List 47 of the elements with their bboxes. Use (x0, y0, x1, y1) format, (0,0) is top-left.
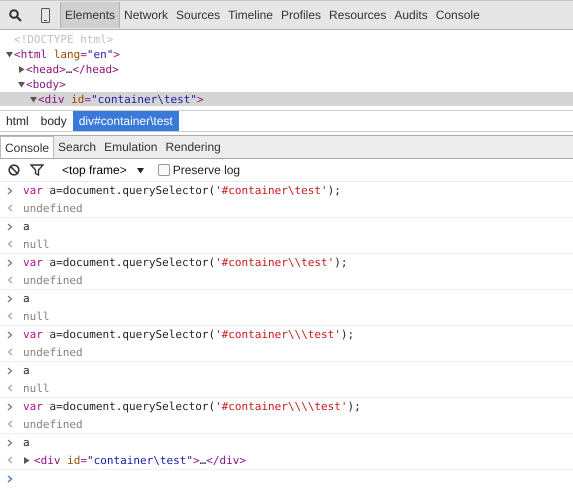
drawer-tab[interactable]: Emulation (100, 136, 162, 158)
dom-node[interactable]: <html lang="en"> (0, 47, 573, 62)
console-result: undefined (23, 202, 83, 215)
console-result: undefined (23, 346, 83, 359)
expanded-triangle-icon[interactable] (18, 81, 24, 88)
breadcrumb[interactable]: div#container\test (72, 111, 179, 131)
console-command: var a=document.querySelector('#container\test'); (23, 184, 341, 198)
console-command: a (23, 364, 30, 378)
panel-tab[interactable]: Profiles (276, 2, 325, 28)
prompt-chevron-icon[interactable] (7, 474, 13, 483)
panel-tab[interactable]: Audits (390, 2, 432, 28)
collapsed-triangle-icon[interactable] (23, 456, 30, 464)
console-command: var a=document.querySelector('#container\\test'); (23, 256, 348, 270)
console-command: var a=document.querySelector('#container\\\\test'); (23, 400, 361, 414)
panel-tab[interactable]: Console (432, 2, 484, 28)
panel-tab[interactable]: Resources (325, 2, 390, 28)
console-result: null (23, 382, 50, 395)
expanded-triangle-icon[interactable] (6, 51, 12, 58)
breadcrumb[interactable]: html (0, 111, 35, 131)
frame-dropdown[interactable]: <top frame> (58, 163, 148, 177)
console-result: <div id="container\test">…</div> (34, 454, 246, 467)
checkbox-label: Preserve log (172, 163, 240, 177)
collapsed-triangle-icon[interactable] (18, 66, 24, 73)
drawer-tab[interactable]: Search (54, 136, 100, 158)
expanded-triangle-icon[interactable] (30, 96, 36, 103)
console-command: a (23, 436, 30, 450)
filter-icon[interactable] (30, 164, 44, 176)
drawer-tab[interactable]: Rendering (161, 136, 225, 158)
console-result: undefined (23, 274, 83, 287)
panel-tab[interactable]: Sources (172, 2, 224, 28)
console-result: null (23, 238, 50, 251)
console-command: var a=document.querySelector('#container\\\test'); (23, 328, 354, 342)
panel-tab[interactable]: Network (120, 2, 172, 28)
panel-tab[interactable]: Elements (60, 2, 120, 28)
drawer-tab[interactable]: Console (0, 136, 54, 158)
console-command: a (23, 220, 30, 234)
breadcrumb[interactable]: body (34, 111, 73, 131)
console-result: undefined (23, 418, 83, 431)
dom-node[interactable]: <div id="container\test"> (0, 92, 573, 106)
console-command: a (23, 292, 30, 306)
checkbox[interactable] (158, 164, 170, 176)
dom-node[interactable]: <body> (0, 77, 573, 92)
panel-tab[interactable]: Timeline (224, 2, 277, 28)
caret-icon (136, 166, 144, 174)
console-result: null (23, 310, 50, 323)
dom-node[interactable]: <head>…</head> (0, 62, 573, 77)
clear-icon[interactable] (8, 164, 20, 176)
